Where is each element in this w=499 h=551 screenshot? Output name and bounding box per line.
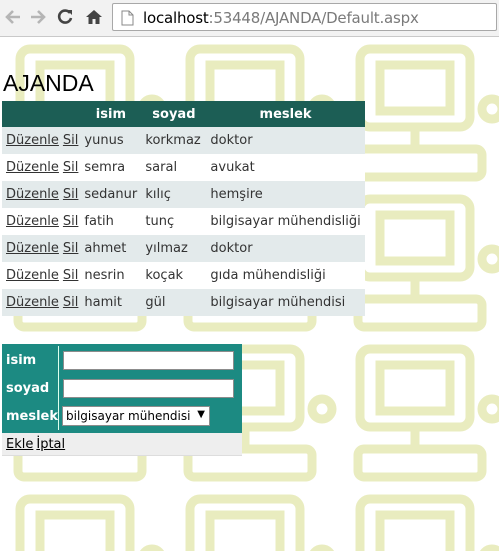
home-icon[interactable] <box>83 6 105 28</box>
meslek-dropdown[interactable]: bilgisayar mühendisi ▼ <box>62 406 210 426</box>
edit-link[interactable]: Düzenle <box>6 214 59 229</box>
cell-soyad: saral <box>141 154 207 181</box>
reload-icon[interactable] <box>54 6 76 28</box>
cell-isim: yunus <box>80 127 142 154</box>
row-actions: Düzenle Sil <box>2 181 81 208</box>
cell-isim: semra <box>80 154 142 181</box>
url-text: localhost:53448/AJANDA/Default.aspx <box>143 9 419 27</box>
cell-soyad: yılmaz <box>141 235 207 262</box>
dropdown-arrow-icon: ▼ <box>197 409 205 420</box>
edit-link[interactable]: Düzenle <box>6 160 59 175</box>
meslek-selected-value: bilgisayar mühendisi <box>66 409 191 423</box>
header-meslek: meslek <box>206 101 365 127</box>
add-record-form: isim soyad meslek bilgisayar mühendisi ▼… <box>2 344 242 456</box>
contacts-grid: isim soyad meslek Düzenle Sil yunus korkmaz… <box>2 101 365 316</box>
delete-link[interactable]: Sil <box>63 268 78 283</box>
cell-meslek: doktor <box>206 235 365 262</box>
edit-link[interactable]: Düzenle <box>6 268 59 283</box>
address-bar[interactable]: localhost:53448/AJANDA/Default.aspx <box>112 3 497 31</box>
cell-meslek: bilgisayar mühendisliği <box>206 208 365 235</box>
row-actions: Düzenle Sil <box>2 262 81 289</box>
row-actions: Düzenle Sil <box>2 154 81 181</box>
delete-link[interactable]: Sil <box>63 160 78 175</box>
header-isim: isim <box>80 101 142 127</box>
cell-soyad: gül <box>141 289 207 316</box>
edit-link[interactable]: Düzenle <box>6 241 59 256</box>
edit-link[interactable]: Düzenle <box>6 295 59 310</box>
cell-isim: ahmet <box>80 235 142 262</box>
table-row: Düzenle Sil nesrin koçak gıda mühendisliği <box>2 262 365 289</box>
delete-link[interactable]: Sil <box>63 295 78 310</box>
row-actions: Düzenle Sil <box>2 235 81 262</box>
add-link[interactable]: Ekle <box>6 437 33 452</box>
cell-soyad: tunç <box>141 208 207 235</box>
delete-link[interactable]: Sil <box>63 214 78 229</box>
forward-icon[interactable] <box>27 6 49 28</box>
cell-meslek: avukat <box>206 154 365 181</box>
page-title: AJANDA <box>3 70 94 96</box>
cancel-link[interactable]: İptal <box>36 437 65 452</box>
delete-link[interactable]: Sil <box>63 187 78 202</box>
cell-isim: sedanur <box>80 181 142 208</box>
delete-link[interactable]: Sil <box>63 241 78 256</box>
edit-link[interactable]: Düzenle <box>6 133 59 148</box>
cell-isim: hamit <box>80 289 142 316</box>
cell-isim: nesrin <box>80 262 142 289</box>
cell-meslek: doktor <box>206 127 365 154</box>
header-soyad: soyad <box>141 101 207 127</box>
isim-input[interactable] <box>63 350 234 370</box>
table-row: Düzenle Sil fatih tunç bilgisayar mühendisli… <box>2 208 365 235</box>
cell-soyad: kılıç <box>141 181 207 208</box>
cell-meslek: bilgisayar mühendisi <box>206 289 365 316</box>
header-actions <box>2 101 81 127</box>
cell-soyad: koçak <box>141 262 207 289</box>
browser-toolbar: localhost:53448/AJANDA/Default.aspx <box>0 0 499 37</box>
table-row: Düzenle Sil ahmet yılmaz doktor <box>2 235 365 262</box>
cell-isim: fatih <box>80 208 142 235</box>
table-row: Düzenle Sil sedanur kılıç hemşire <box>2 181 365 208</box>
meslek-label: meslek <box>2 402 59 430</box>
back-icon[interactable] <box>2 6 24 28</box>
cell-meslek: hemşire <box>206 181 365 208</box>
table-row: Düzenle Sil hamit gül bilgisayar mühendisi <box>2 289 365 316</box>
soyad-label: soyad <box>2 374 59 402</box>
row-actions: Düzenle Sil <box>2 208 81 235</box>
row-actions: Düzenle Sil <box>2 289 81 316</box>
table-row: Düzenle Sil semra saral avukat <box>2 154 365 181</box>
cell-soyad: korkmaz <box>141 127 207 154</box>
cell-meslek: gıda mühendisliği <box>206 262 365 289</box>
delete-link[interactable]: Sil <box>63 133 78 148</box>
row-actions: Düzenle Sil <box>2 127 81 154</box>
edit-link[interactable]: Düzenle <box>6 187 59 202</box>
soyad-input[interactable] <box>63 378 234 398</box>
isim-label: isim <box>2 346 59 374</box>
table-row: Düzenle Sil yunus korkmaz doktor <box>2 127 365 154</box>
page-icon <box>121 10 134 31</box>
